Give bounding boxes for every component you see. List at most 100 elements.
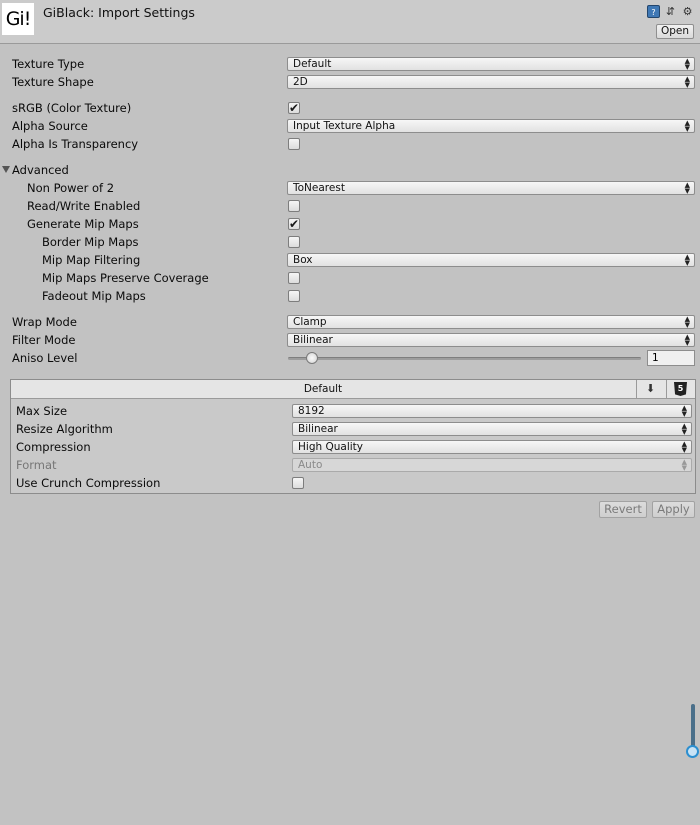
compression-value: High Quality — [298, 441, 363, 453]
alpha-source-dropdown[interactable]: Input Texture Alpha ▲ ▼ — [287, 119, 695, 133]
generate-mip-maps-label: Generate Mip Maps — [27, 217, 139, 231]
dropdown-arrows-icon: ▲ ▼ — [684, 181, 690, 195]
alpha-is-transparency-label: Alpha Is Transparency — [12, 137, 139, 151]
dropdown-arrows-icon: ▲ ▼ — [681, 458, 687, 472]
fadeout-mip-maps-checkbox[interactable] — [288, 290, 300, 302]
platform-tab-bar: Default ⬇ 5 — [11, 380, 695, 399]
texture-shape-dropdown[interactable]: 2D ▲ ▼ — [287, 75, 695, 89]
non-power-of-2-dropdown[interactable]: ToNearest ▲ ▼ — [287, 181, 695, 195]
dropdown-arrows-icon: ▲ ▼ — [684, 75, 690, 89]
preview-resize-handle[interactable] — [686, 745, 699, 758]
max-size-row: Max Size 8192 ▲ ▼ — [11, 402, 695, 420]
crunch-checkbox[interactable] — [292, 477, 304, 489]
advanced-label: Advanced — [12, 163, 69, 177]
read-write-row: Read/Write Enabled — [0, 197, 700, 215]
download-icon: ⬇ — [645, 382, 656, 395]
border-mip-maps-row: Border Mip Maps — [0, 233, 700, 251]
preview-resize-bar[interactable] — [691, 704, 695, 750]
srgb-label: sRGB (Color Texture) — [12, 101, 132, 115]
dropdown-arrows-icon: ▲ ▼ — [684, 57, 690, 71]
dropdown-arrows-icon: ▲ ▼ — [684, 119, 690, 133]
dropdown-arrows-icon: ▲ ▼ — [684, 333, 690, 347]
non-power-of-2-row: Non Power of 2 ToNearest ▲ ▼ — [0, 179, 700, 197]
mip-map-filtering-value: Box — [293, 254, 313, 266]
wrap-mode-value: Clamp — [293, 316, 327, 328]
compression-dropdown[interactable]: High Quality ▲ ▼ — [292, 440, 692, 454]
max-size-label: Max Size — [16, 404, 68, 418]
resize-algorithm-label: Resize Algorithm — [16, 422, 113, 436]
settings-gear-icon[interactable]: ⚙ — [681, 5, 694, 18]
open-button[interactable]: Open — [656, 24, 694, 39]
non-power-of-2-value: ToNearest — [293, 182, 345, 194]
filter-mode-label: Filter Mode — [12, 333, 76, 347]
resize-algorithm-dropdown[interactable]: Bilinear ▲ ▼ — [292, 422, 692, 436]
srgb-checkbox[interactable]: ✔ — [288, 102, 300, 114]
texture-type-label: Texture Type — [12, 57, 85, 71]
generate-mip-maps-checkbox[interactable]: ✔ — [288, 218, 300, 230]
crunch-row: Use Crunch Compression — [11, 474, 695, 492]
dropdown-arrows-icon: ▲ ▼ — [684, 253, 690, 267]
wrap-mode-row: Wrap Mode Clamp ▲ ▼ — [0, 313, 700, 331]
tab-standalone[interactable]: ⬇ — [636, 380, 664, 398]
compression-label: Compression — [16, 440, 91, 454]
aniso-level-label: Aniso Level — [12, 351, 78, 365]
texture-type-dropdown[interactable]: Default ▲ ▼ — [287, 57, 695, 71]
generate-mip-maps-row: Generate Mip Maps ✔ — [0, 215, 700, 233]
mip-preserve-coverage-checkbox[interactable] — [288, 272, 300, 284]
tab-default[interactable]: Default — [11, 383, 635, 395]
srgb-row: sRGB (Color Texture) ✔ — [0, 99, 700, 117]
aniso-level-input[interactable]: 1 — [647, 350, 695, 366]
alpha-source-label: Alpha Source — [12, 119, 88, 133]
tab-webgl[interactable]: 5 — [666, 380, 694, 398]
resize-algorithm-row: Resize Algorithm Bilinear ▲ ▼ — [11, 420, 695, 438]
apply-button[interactable]: Apply — [652, 501, 695, 518]
compression-row: Compression High Quality ▲ ▼ — [11, 438, 695, 456]
max-size-dropdown[interactable]: 8192 ▲ ▼ — [292, 404, 692, 418]
filter-mode-dropdown[interactable]: Bilinear ▲ ▼ — [287, 333, 695, 347]
mip-preserve-coverage-label: Mip Maps Preserve Coverage — [42, 271, 209, 285]
crunch-label: Use Crunch Compression — [16, 476, 161, 490]
inspector-title: GiBlack: Import Settings — [43, 5, 195, 20]
revert-button[interactable]: Revert — [599, 501, 647, 518]
aniso-level-slider-thumb[interactable] — [306, 352, 318, 364]
texture-shape-row: Texture Shape 2D ▲ ▼ — [0, 73, 700, 91]
format-label: Format — [16, 458, 57, 472]
fadeout-mip-maps-label: Fadeout Mip Maps — [42, 289, 146, 303]
dropdown-arrows-icon: ▲ ▼ — [681, 404, 687, 418]
platform-settings-panel: Default ⬇ 5 Max Size 8192 ▲ ▼ Resize Algo… — [10, 379, 696, 494]
format-value: Auto — [298, 459, 323, 471]
dropdown-arrows-icon: ▲ ▼ — [684, 315, 690, 329]
mip-preserve-coverage-row: Mip Maps Preserve Coverage — [0, 269, 700, 287]
advanced-foldout[interactable]: Advanced — [0, 161, 700, 179]
asset-preview-thumbnail: Gi! — [2, 3, 34, 35]
wrap-mode-label: Wrap Mode — [12, 315, 77, 329]
aniso-level-row: Aniso Level 1 — [0, 349, 700, 367]
format-dropdown: Auto ▲ ▼ — [292, 458, 692, 472]
mip-map-filtering-label: Mip Map Filtering — [42, 253, 141, 267]
max-size-value: 8192 — [298, 405, 325, 417]
alpha-source-row: Alpha Source Input Texture Alpha ▲ ▼ — [0, 117, 700, 135]
inspector-header: Gi! GiBlack: Import Settings ? ⇵ ⚙ Open — [0, 0, 700, 44]
format-row: Format Auto ▲ ▼ — [11, 456, 695, 474]
header-icons: ? ⇵ ⚙ — [647, 5, 694, 18]
mip-map-filtering-row: Mip Map Filtering Box ▲ ▼ — [0, 251, 700, 269]
foldout-expanded-icon[interactable] — [2, 166, 10, 173]
mip-map-filtering-dropdown[interactable]: Box ▲ ▼ — [287, 253, 695, 267]
help-book-icon[interactable]: ? — [647, 5, 660, 18]
texture-type-value: Default — [293, 58, 332, 70]
texture-shape-label: Texture Shape — [12, 75, 94, 89]
alpha-source-value: Input Texture Alpha — [293, 120, 396, 132]
dropdown-arrows-icon: ▲ ▼ — [681, 422, 687, 436]
read-write-checkbox[interactable] — [288, 200, 300, 212]
texture-shape-value: 2D — [293, 76, 308, 88]
filter-mode-value: Bilinear — [293, 334, 333, 346]
non-power-of-2-label: Non Power of 2 — [27, 181, 115, 195]
filter-mode-row: Filter Mode Bilinear ▲ ▼ — [0, 331, 700, 349]
html5-icon: 5 — [674, 382, 687, 396]
preset-sliders-icon[interactable]: ⇵ — [664, 5, 677, 18]
border-mip-maps-checkbox[interactable] — [288, 236, 300, 248]
aniso-level-slider-track[interactable] — [288, 357, 641, 360]
alpha-is-transparency-checkbox[interactable] — [288, 138, 300, 150]
wrap-mode-dropdown[interactable]: Clamp ▲ ▼ — [287, 315, 695, 329]
resize-algorithm-value: Bilinear — [298, 423, 338, 435]
